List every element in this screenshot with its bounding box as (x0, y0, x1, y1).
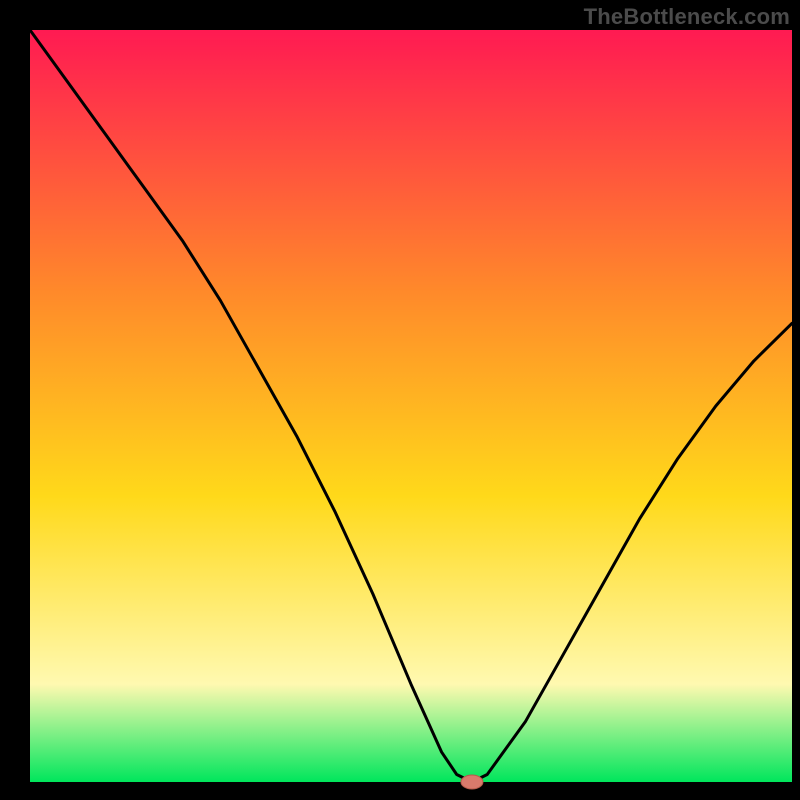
bottleneck-chart (0, 0, 800, 800)
gradient-background (30, 30, 792, 782)
chart-container: { "attribution": "TheBottleneck.com", "c… (0, 0, 800, 800)
attribution-text: TheBottleneck.com (584, 4, 790, 30)
optimum-marker (461, 775, 483, 789)
